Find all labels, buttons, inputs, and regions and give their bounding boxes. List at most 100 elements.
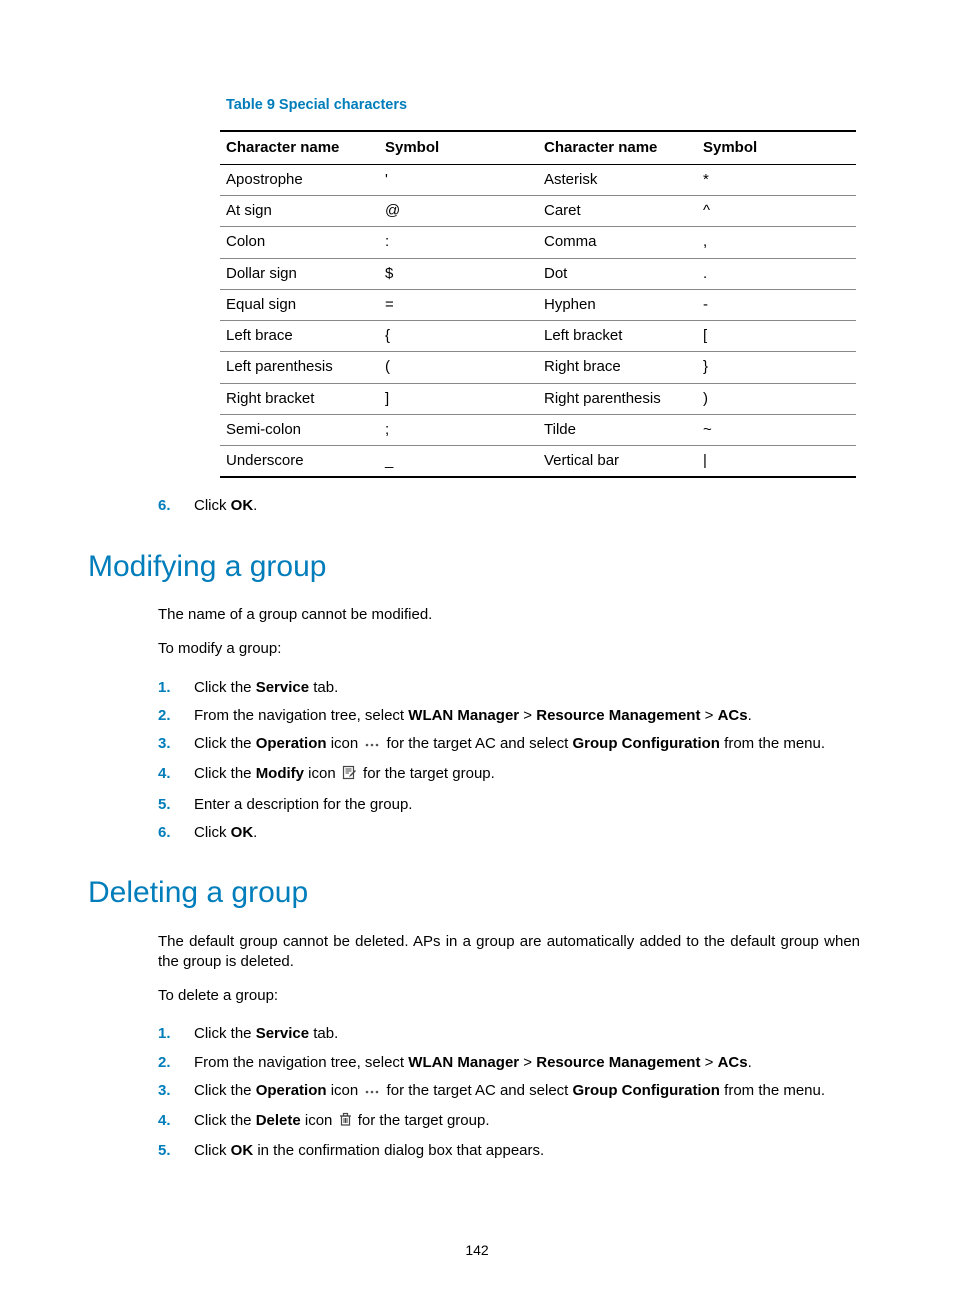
step-text: Click OK in the confirmation dialog box … bbox=[194, 1142, 544, 1159]
col-header: Symbol bbox=[697, 131, 856, 165]
symbol-cell: { bbox=[379, 321, 538, 352]
step-text: From the navigation tree, select WLAN Ma… bbox=[194, 707, 752, 724]
step-item: 1. Click the Service tab. bbox=[158, 678, 860, 698]
col-header: Symbol bbox=[379, 131, 538, 165]
symbol-cell: } bbox=[697, 352, 856, 383]
symbol-cell: - bbox=[697, 289, 856, 320]
symbol-cell: ' bbox=[379, 164, 538, 195]
symbol-cell: @ bbox=[379, 196, 538, 227]
step-text: Click the Service tab. bbox=[194, 1025, 338, 1042]
step-item: 1. Click the Service tab. bbox=[158, 1024, 860, 1044]
table-container: Table 9 Special characters Character nam… bbox=[220, 96, 856, 478]
char-name-cell: Right brace bbox=[538, 352, 697, 383]
symbol-cell: $ bbox=[379, 258, 538, 289]
table-row: Left brace{Left bracket[ bbox=[220, 321, 856, 352]
step-number: 1. bbox=[158, 1024, 171, 1044]
char-name-cell: Comma bbox=[538, 227, 697, 258]
paragraph: To modify a group: bbox=[88, 639, 860, 659]
step-number: 3. bbox=[158, 1081, 171, 1101]
step-item: 5. Click OK in the confirmation dialog bo… bbox=[158, 1141, 860, 1161]
table-row: Colon:Comma, bbox=[220, 227, 856, 258]
symbol-cell: _ bbox=[379, 446, 538, 478]
special-characters-table: Character name Symbol Character name Sym… bbox=[220, 130, 856, 479]
step-item: 6. Click OK. bbox=[158, 823, 860, 843]
step-item: 6. Click OK. bbox=[158, 496, 860, 516]
step-item: 3. Click the Operation icon for the targe… bbox=[158, 734, 860, 756]
table-header-row: Character name Symbol Character name Sym… bbox=[220, 131, 856, 165]
modify-icon bbox=[342, 765, 357, 786]
char-name-cell: Vertical bar bbox=[538, 446, 697, 478]
char-name-cell: Left bracket bbox=[538, 321, 697, 352]
step-text: Click OK. bbox=[194, 497, 257, 514]
paragraph: The default group cannot be deleted. APs… bbox=[88, 932, 860, 973]
table-row: At sign@Caret^ bbox=[220, 196, 856, 227]
char-name-cell: Tilde bbox=[538, 414, 697, 445]
step-number: 5. bbox=[158, 795, 171, 815]
step-item: 3.Click the Operation icon for the targe… bbox=[158, 1081, 860, 1103]
step-number: 3. bbox=[158, 734, 171, 754]
char-name-cell: Left parenthesis bbox=[220, 352, 379, 383]
char-name-cell: Asterisk bbox=[538, 164, 697, 195]
ellipsis-icon bbox=[364, 736, 380, 756]
symbol-cell: = bbox=[379, 289, 538, 320]
step-number: 5. bbox=[158, 1141, 171, 1161]
symbol-cell: , bbox=[697, 227, 856, 258]
step-item: 4. Click the Modify icon for the target g… bbox=[158, 764, 860, 786]
step-item: 5. Enter a description for the group. bbox=[158, 795, 860, 815]
ellipsis-icon bbox=[364, 1083, 380, 1103]
step-number: 6. bbox=[158, 823, 171, 843]
document-page: Table 9 Special characters Character nam… bbox=[0, 0, 954, 1296]
heading-modifying: Modifying a group bbox=[88, 547, 860, 588]
symbol-cell: ~ bbox=[697, 414, 856, 445]
symbol-cell: * bbox=[697, 164, 856, 195]
char-name-cell: Dollar sign bbox=[220, 258, 379, 289]
symbol-cell: ( bbox=[379, 352, 538, 383]
step-item: 2. From the navigation tree, select WLAN … bbox=[158, 706, 860, 726]
char-name-cell: At sign bbox=[220, 196, 379, 227]
symbol-cell: . bbox=[697, 258, 856, 289]
delete-icon bbox=[339, 1112, 352, 1133]
heading-deleting: Deleting a group bbox=[88, 873, 860, 914]
step-text: Click the Service tab. bbox=[194, 679, 338, 696]
table-row: Semi-colon;Tilde~ bbox=[220, 414, 856, 445]
step-text: Click the Modify icon for the target gro… bbox=[194, 765, 495, 782]
step-text: Click the Delete icon for the target gro… bbox=[194, 1112, 490, 1129]
symbol-cell: ; bbox=[379, 414, 538, 445]
step-list-delete: 1.Click the Service tab.2.From the navig… bbox=[88, 1024, 860, 1161]
paragraph: The name of a group cannot be modified. bbox=[88, 605, 860, 625]
paragraph: To delete a group: bbox=[88, 986, 860, 1006]
table-row: Right bracket]Right parenthesis) bbox=[220, 383, 856, 414]
char-name-cell: Right parenthesis bbox=[538, 383, 697, 414]
table-row: Left parenthesis(Right brace} bbox=[220, 352, 856, 383]
table-row: Apostrophe'Asterisk* bbox=[220, 164, 856, 195]
step-text: Click OK. bbox=[194, 824, 257, 841]
step-item: 4. Click the Delete icon for the target g… bbox=[158, 1111, 860, 1133]
char-name-cell: Hyphen bbox=[538, 289, 697, 320]
step-number: 2. bbox=[158, 706, 171, 726]
symbol-cell: ^ bbox=[697, 196, 856, 227]
step-number: 1. bbox=[158, 678, 171, 698]
char-name-cell: Caret bbox=[538, 196, 697, 227]
table-body: Apostrophe'Asterisk*At sign@Caret^Colon:… bbox=[220, 164, 856, 477]
symbol-cell: ) bbox=[697, 383, 856, 414]
symbol-cell: : bbox=[379, 227, 538, 258]
step-number: 6. bbox=[158, 496, 171, 516]
step-list-modify: 1. Click the Service tab. 2. From the navig… bbox=[88, 678, 860, 844]
table-row: Equal sign=Hyphen- bbox=[220, 289, 856, 320]
symbol-cell: ] bbox=[379, 383, 538, 414]
char-name-cell: Equal sign bbox=[220, 289, 379, 320]
step-text: Click the Operation icon for the target … bbox=[194, 735, 825, 752]
char-name-cell: Left brace bbox=[220, 321, 379, 352]
table-row: Dollar sign$Dot. bbox=[220, 258, 856, 289]
char-name-cell: Underscore bbox=[220, 446, 379, 478]
symbol-cell: [ bbox=[697, 321, 856, 352]
step-number: 4. bbox=[158, 764, 171, 784]
step-number: 4. bbox=[158, 1111, 171, 1131]
symbol-cell: | bbox=[697, 446, 856, 478]
step-text: Enter a description for the group. bbox=[194, 796, 412, 813]
step-text: From the navigation tree, select WLAN Ma… bbox=[194, 1054, 752, 1071]
page-number: 142 bbox=[0, 1241, 954, 1260]
char-name-cell: Colon bbox=[220, 227, 379, 258]
step-list-top: 6. Click OK. bbox=[88, 496, 860, 516]
col-header: Character name bbox=[538, 131, 697, 165]
